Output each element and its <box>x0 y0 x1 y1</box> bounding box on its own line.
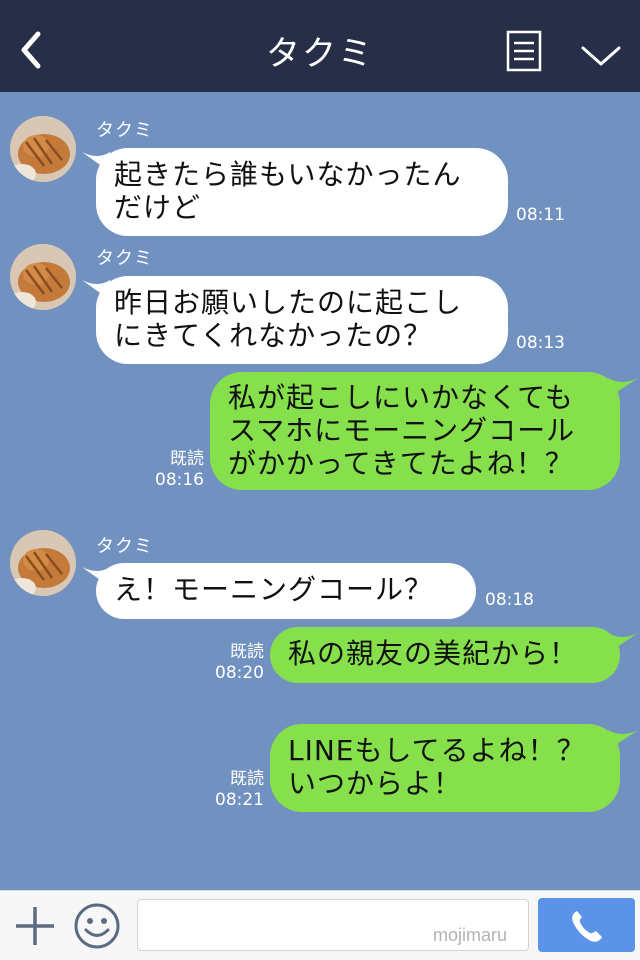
read-receipt: 既読 08:21 <box>200 769 264 811</box>
chat-title: タクミ <box>266 34 374 74</box>
cat-avatar-icon <box>10 116 76 182</box>
read-label: 既読 <box>230 769 264 789</box>
emoji-button[interactable] <box>72 901 122 951</box>
note-icon <box>506 30 542 72</box>
call-button[interactable] <box>538 898 635 952</box>
notes-button[interactable] <box>506 30 542 72</box>
message-bubble[interactable]: 昨日お願いしたのに起こし にきてくれなかったの？ <box>96 276 508 364</box>
phone-icon <box>572 911 602 942</box>
cat-avatar-icon <box>10 530 76 596</box>
read-receipt: 既読 08:20 <box>200 642 264 684</box>
message-time: 08:11 <box>516 205 565 225</box>
sender-name: タクミ <box>96 536 153 557</box>
add-button[interactable] <box>14 905 56 947</box>
avatar[interactable] <box>10 116 76 182</box>
avatar[interactable] <box>10 244 76 310</box>
plus-icon <box>16 907 54 945</box>
chevron-down-icon <box>581 46 621 66</box>
message-bubble[interactable]: LINEもしてるよね！？ いつからよ！ <box>270 724 620 812</box>
message-time: 08:13 <box>516 333 565 353</box>
message-time: 08:20 <box>215 663 264 683</box>
chat-header: タクミ <box>0 0 640 92</box>
message-time: 08:16 <box>155 470 204 490</box>
bubble-tail <box>608 378 638 398</box>
message-time: 08:18 <box>485 590 534 610</box>
avatar[interactable] <box>10 530 76 596</box>
read-receipt: 既読 08:16 <box>140 449 204 491</box>
smiley-icon <box>74 903 120 949</box>
message-bubble[interactable]: 起きたら誰もいなかったん だけど <box>96 148 508 236</box>
input-bar: mojimaru <box>0 890 640 960</box>
read-label: 既読 <box>230 642 264 662</box>
read-label: 既読 <box>170 449 204 469</box>
watermark-text: mojimaru <box>433 925 508 945</box>
message-bubble[interactable]: 私の親友の美紀から！ <box>270 627 620 683</box>
bubble-tail <box>608 730 638 750</box>
message-bubble[interactable]: 私が起こしにいかなくても スマホにモーニングコール がかかってきてたよね！？ <box>210 372 620 490</box>
message-bubble[interactable]: え！モーニングコール？ <box>96 563 476 619</box>
sender-name: タクミ <box>96 248 153 269</box>
message-list[interactable]: タクミ 起きたら誰もいなかったん だけど 08:11 タクミ 昨日お願いしたのに… <box>0 92 640 890</box>
cat-avatar-icon <box>10 244 76 310</box>
sender-name: タクミ <box>96 120 153 141</box>
collapse-button[interactable] <box>580 40 622 70</box>
message-time: 08:21 <box>215 790 264 810</box>
bubble-tail <box>608 633 638 653</box>
